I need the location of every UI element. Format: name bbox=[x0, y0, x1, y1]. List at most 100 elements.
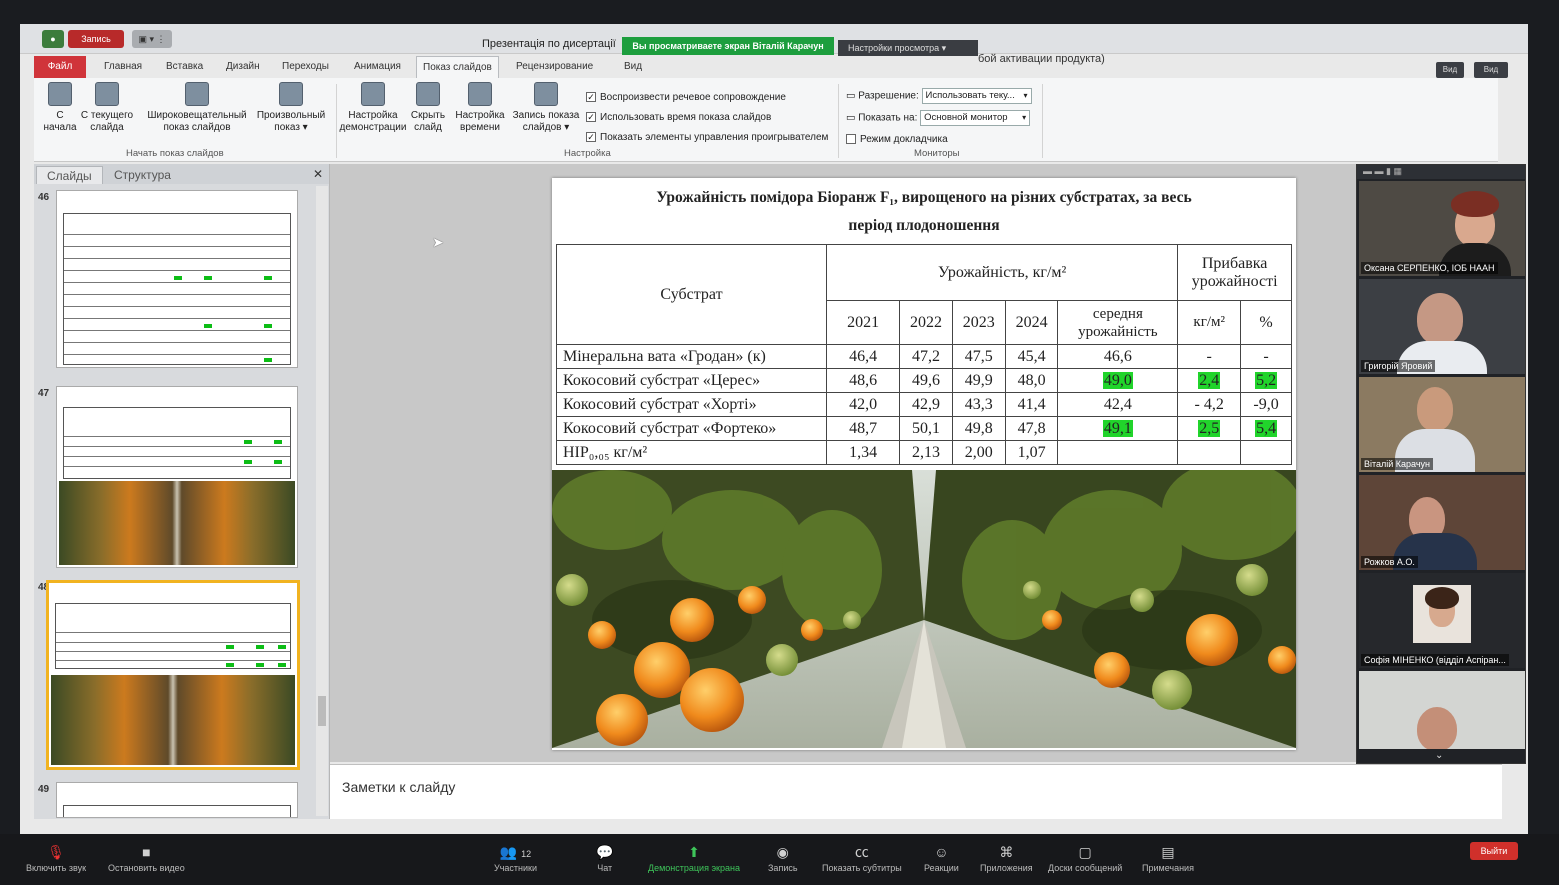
highlight-cell: 5,4 bbox=[1255, 419, 1278, 437]
tab-design[interactable]: Дизайн bbox=[220, 56, 266, 78]
header-average: середня урожайність bbox=[1057, 300, 1179, 345]
slide-notes[interactable]: Заметки к слайду bbox=[330, 764, 1502, 819]
video-tile[interactable]: Оксана СЕРПЕНКО, ІОБ НААН bbox=[1359, 181, 1525, 276]
video-tile[interactable]: Рожков А.О. bbox=[1359, 475, 1525, 570]
slide-thumbnail-47[interactable]: 47 bbox=[34, 386, 316, 570]
resolution-select[interactable]: Использовать теку... bbox=[921, 88, 1032, 104]
save-icon[interactable]: ● bbox=[42, 30, 64, 48]
tab-slideshow[interactable]: Показ слайдов bbox=[416, 56, 499, 78]
layout-icon[interactable]: ▬ ▬ ▮ ▦ bbox=[1363, 166, 1402, 177]
whiteboard-icon: ▢ bbox=[1078, 844, 1092, 860]
chat-button[interactable]: 💬 Чат bbox=[596, 844, 613, 873]
yield-table: Субстрат Урожайність, кг/м² Прибавка урож… bbox=[555, 244, 1292, 465]
video-panel-header: ▬ ▬ ▮ ▦ bbox=[1357, 165, 1525, 179]
slides-panel: Слайды Структура ✕ 46 47 48 49 bbox=[34, 164, 330, 819]
highlight-cell: 2,4 bbox=[1198, 371, 1221, 389]
current-slide[interactable]: Урожайність помідора Біоранж F₁, вирощен… bbox=[552, 178, 1296, 750]
highlight-cell: 5,2 bbox=[1255, 371, 1278, 389]
captions-icon: ㏄ bbox=[854, 844, 869, 860]
show-on-row: ▭ Показать на: Основной монитор bbox=[846, 110, 1031, 126]
record-indicator[interactable]: Запись bbox=[68, 30, 124, 48]
unmute-button[interactable]: 🎙 Включить звук bbox=[26, 844, 86, 873]
group-monitors-label: Мониторы bbox=[914, 148, 960, 159]
view-button[interactable]: Вид bbox=[1436, 62, 1464, 78]
monitor-icon: ▭ bbox=[846, 112, 859, 124]
thumbnail-image bbox=[46, 580, 300, 770]
play-narrations-checkbox[interactable]: ✓ Воспроизвести речевое сопровождение bbox=[586, 92, 786, 103]
from-current-button[interactable]: С текущего слайда bbox=[78, 82, 136, 134]
header-kg: кг/м² bbox=[1177, 300, 1242, 345]
hide-slide-button[interactable]: Скрыть слайд bbox=[408, 82, 448, 134]
group-setup-label: Настройка bbox=[564, 148, 611, 159]
video-tile[interactable]: Віталій Карачун bbox=[1359, 377, 1525, 472]
window-title: Презентація по дисертації bbox=[482, 38, 616, 50]
presenter-view-checkbox[interactable]: Режим докладчика bbox=[846, 134, 948, 145]
slide-title: Урожайність помідора Біоранж F₁, вирощен… bbox=[656, 189, 1192, 234]
table-row: Мінеральна вата «Гродан» (к) 46,4 47,2 47,… bbox=[555, 344, 1292, 369]
chat-icon: 💬 bbox=[596, 844, 614, 860]
table-row: Кокосовий субстрат «Церес» 48,6 49,6 49,9 4… bbox=[555, 368, 1292, 393]
setup-show-icon bbox=[361, 82, 385, 106]
greenhouse-photo-svg bbox=[552, 470, 1296, 748]
screen-share-banner: Вы просматриваете экран Віталій Карачун bbox=[622, 37, 834, 55]
slide-thumbnail-46[interactable]: 46 bbox=[34, 190, 316, 372]
stop-video-button[interactable]: ■ Остановить видео bbox=[108, 844, 185, 873]
tab-view[interactable]: Вид bbox=[618, 56, 648, 78]
share-screen-button[interactable]: ⬆ Демонстрация экрана bbox=[648, 844, 740, 873]
apps-button[interactable]: ⌘ Приложения bbox=[980, 844, 1033, 873]
thumbnail-image bbox=[56, 386, 298, 568]
notes-button[interactable]: ▤ Примечания bbox=[1142, 844, 1194, 873]
view-button-2[interactable]: Вид bbox=[1474, 62, 1508, 78]
quick-access-icon[interactable]: ▣ ▾ ⋮ bbox=[132, 30, 172, 48]
tab-file[interactable]: Файл bbox=[34, 56, 86, 78]
tomato-photo-thumb bbox=[51, 675, 295, 765]
custom-show-button[interactable]: Произвольный показ ▾ bbox=[254, 82, 328, 134]
close-panel-icon[interactable]: ✕ bbox=[313, 167, 323, 181]
share-screen-icon: ⬆ bbox=[688, 844, 700, 860]
video-tile[interactable] bbox=[1359, 671, 1525, 749]
video-tile[interactable]: Софія МІНЕНКО (відділ Аспіран... bbox=[1359, 573, 1525, 668]
tab-outline[interactable]: Структура bbox=[104, 166, 181, 184]
use-timings-checkbox[interactable]: ✓ Использовать время показа слайдов bbox=[586, 112, 771, 123]
slideshow-start-icon bbox=[48, 82, 72, 106]
highlight-cell: 49,1 bbox=[1102, 419, 1133, 437]
panel-tabs: Слайды Структура ✕ bbox=[34, 164, 329, 184]
record-button[interactable]: ◉ Запись bbox=[768, 844, 798, 873]
scroll-thumb[interactable] bbox=[318, 696, 326, 726]
slide-thumbnail-48[interactable]: 48 bbox=[34, 580, 316, 770]
from-beginning-button[interactable]: Сначала bbox=[40, 82, 80, 134]
notes-icon: ▤ bbox=[1161, 844, 1175, 860]
header-substrate: Субстрат bbox=[555, 244, 828, 345]
broadcast-icon bbox=[185, 82, 209, 106]
tab-transitions[interactable]: Переходы bbox=[276, 56, 335, 78]
greenhouse-tomato-photo bbox=[552, 470, 1296, 748]
slide-thumbnail-49[interactable]: 49 bbox=[34, 782, 316, 818]
tab-slides[interactable]: Слайды bbox=[36, 166, 103, 184]
tab-insert[interactable]: Вставка bbox=[160, 56, 209, 78]
setup-show-button[interactable]: Настройка демонстрации bbox=[338, 82, 408, 134]
monitor-icon: ▭ bbox=[846, 90, 859, 102]
record-show-button[interactable]: Запись показа слайдов ▾ bbox=[510, 82, 582, 134]
header-year: 2023 bbox=[951, 300, 1006, 345]
reactions-button[interactable]: ☺ Реакции bbox=[924, 844, 959, 873]
whiteboards-button[interactable]: ▢ Доски сообщений bbox=[1048, 844, 1122, 873]
view-options-button[interactable]: Настройки просмотра ▾ bbox=[838, 40, 978, 56]
participants-button[interactable]: 👥 12 Участники bbox=[494, 844, 537, 873]
tab-home[interactable]: Главная bbox=[98, 56, 148, 78]
ribbon: Сначала С текущего слайда Широковещательн… bbox=[34, 78, 1498, 162]
video-tile[interactable]: Григорій Яровий bbox=[1359, 279, 1525, 374]
separator bbox=[336, 84, 337, 158]
chevron-down-icon[interactable]: ⌄ bbox=[1435, 750, 1443, 761]
show-on-select[interactable]: Основной монитор bbox=[920, 110, 1031, 126]
panel-scrollbar[interactable] bbox=[316, 186, 328, 816]
leave-button[interactable]: Выйти bbox=[1470, 842, 1518, 860]
captions-button[interactable]: ㏄ Показать субтитры bbox=[822, 844, 902, 873]
shared-screen: ● Запись ▣ ▾ ⋮ Презентація по дисертації… bbox=[20, 24, 1528, 834]
rehearse-timings-button[interactable]: Настройка времени bbox=[452, 82, 508, 134]
tab-review[interactable]: Рецензирование bbox=[510, 56, 599, 78]
highlight-cell: 49,0 bbox=[1102, 371, 1133, 389]
broadcast-button[interactable]: Широковещательный показ слайдов bbox=[142, 82, 252, 134]
table-row: Кокосовий субстрат «Хорті» 42,0 42,9 43,3 4… bbox=[555, 392, 1292, 417]
show-media-controls-checkbox[interactable]: ✓ Показать элементы управления проигрыват… bbox=[586, 132, 828, 143]
tab-animation[interactable]: Анимация bbox=[348, 56, 407, 78]
